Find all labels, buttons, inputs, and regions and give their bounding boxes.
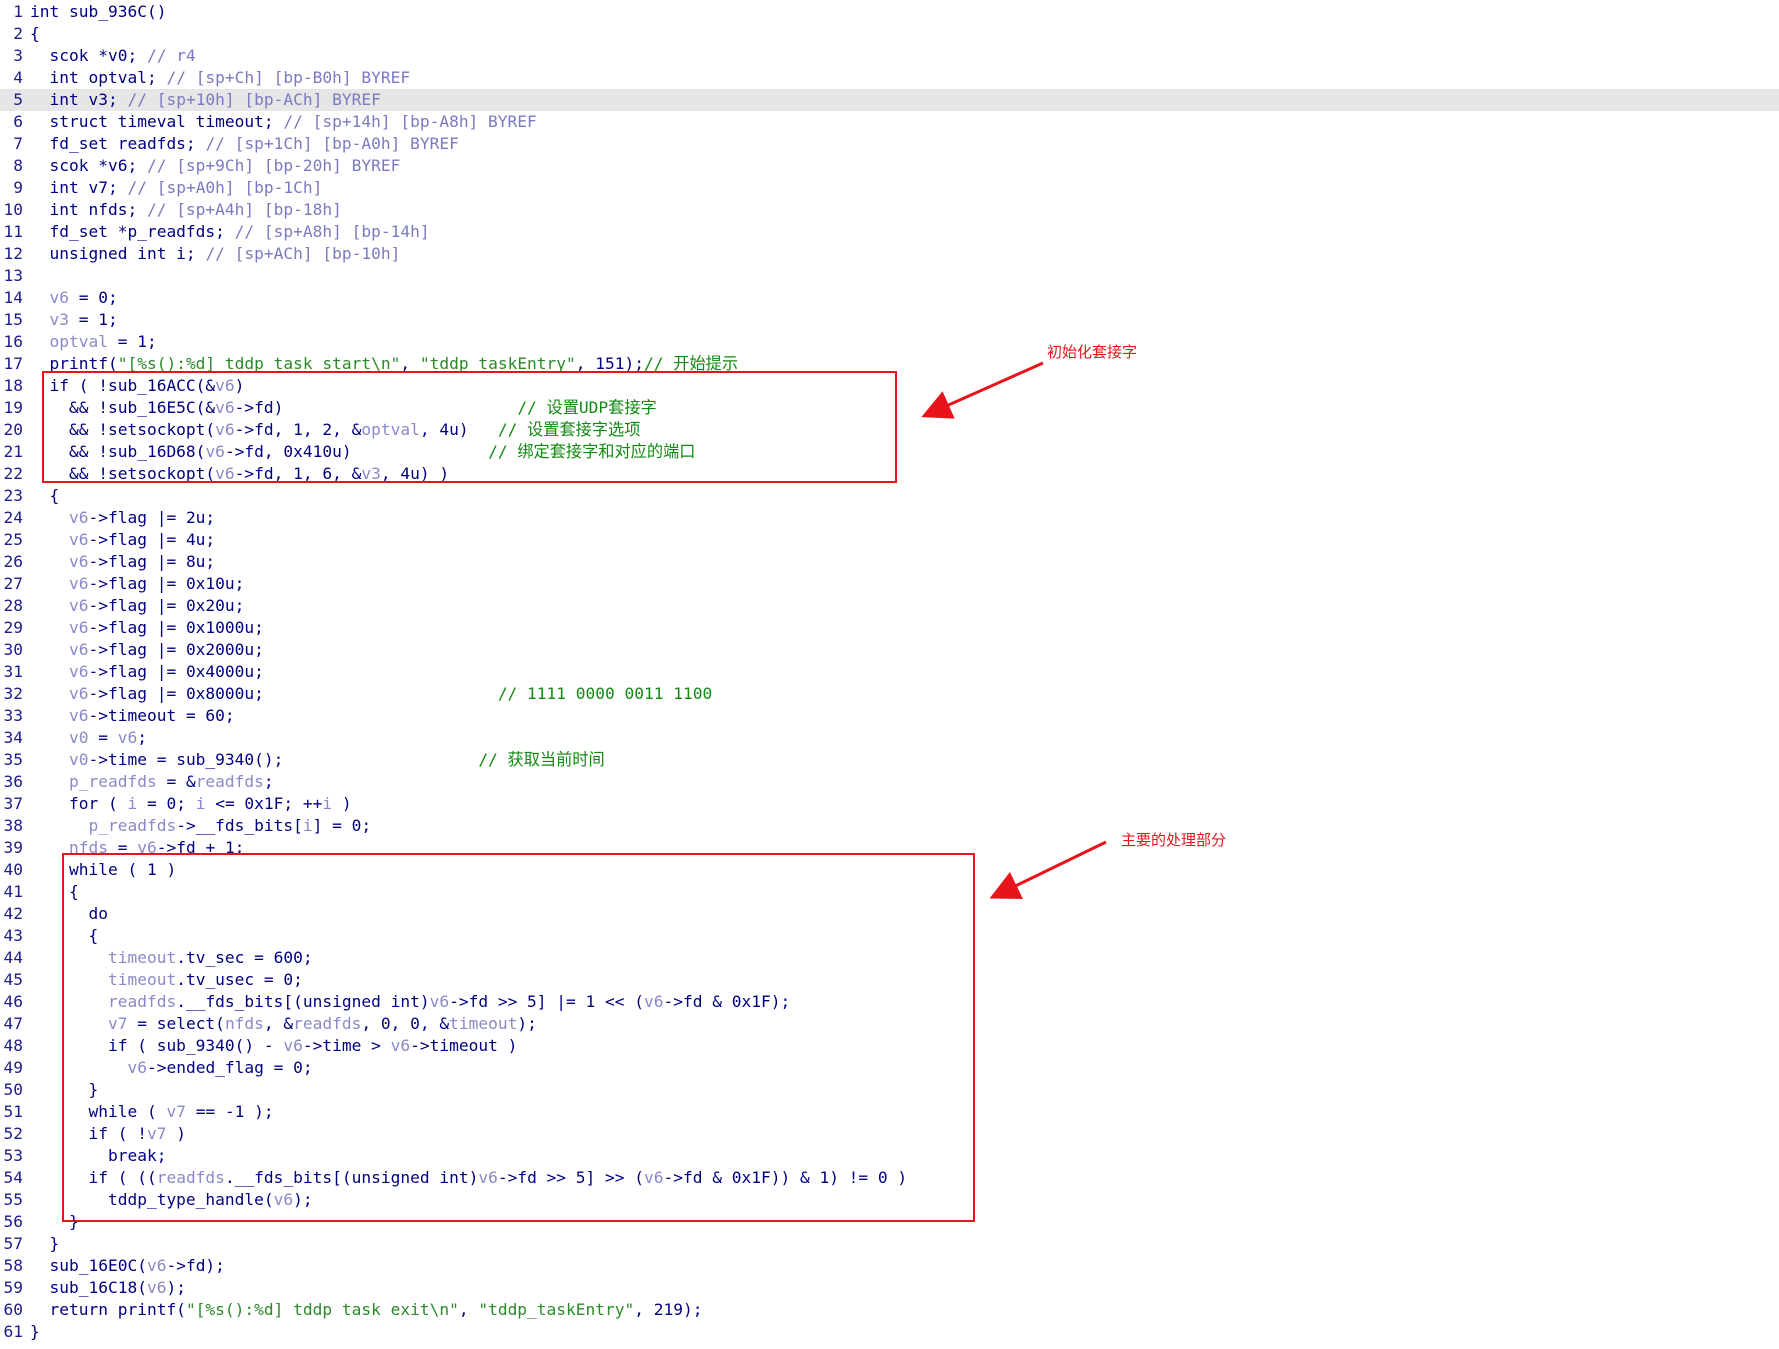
annotation-main-processing: 主要的处理部分 <box>1121 831 1227 849</box>
annotation-arrows <box>921 361 1107 899</box>
annotation-init-socket: 初始化套接字 <box>1047 343 1138 361</box>
arrow-to-main-box <box>989 840 1107 899</box>
arrow-to-init-box <box>921 361 1044 419</box>
